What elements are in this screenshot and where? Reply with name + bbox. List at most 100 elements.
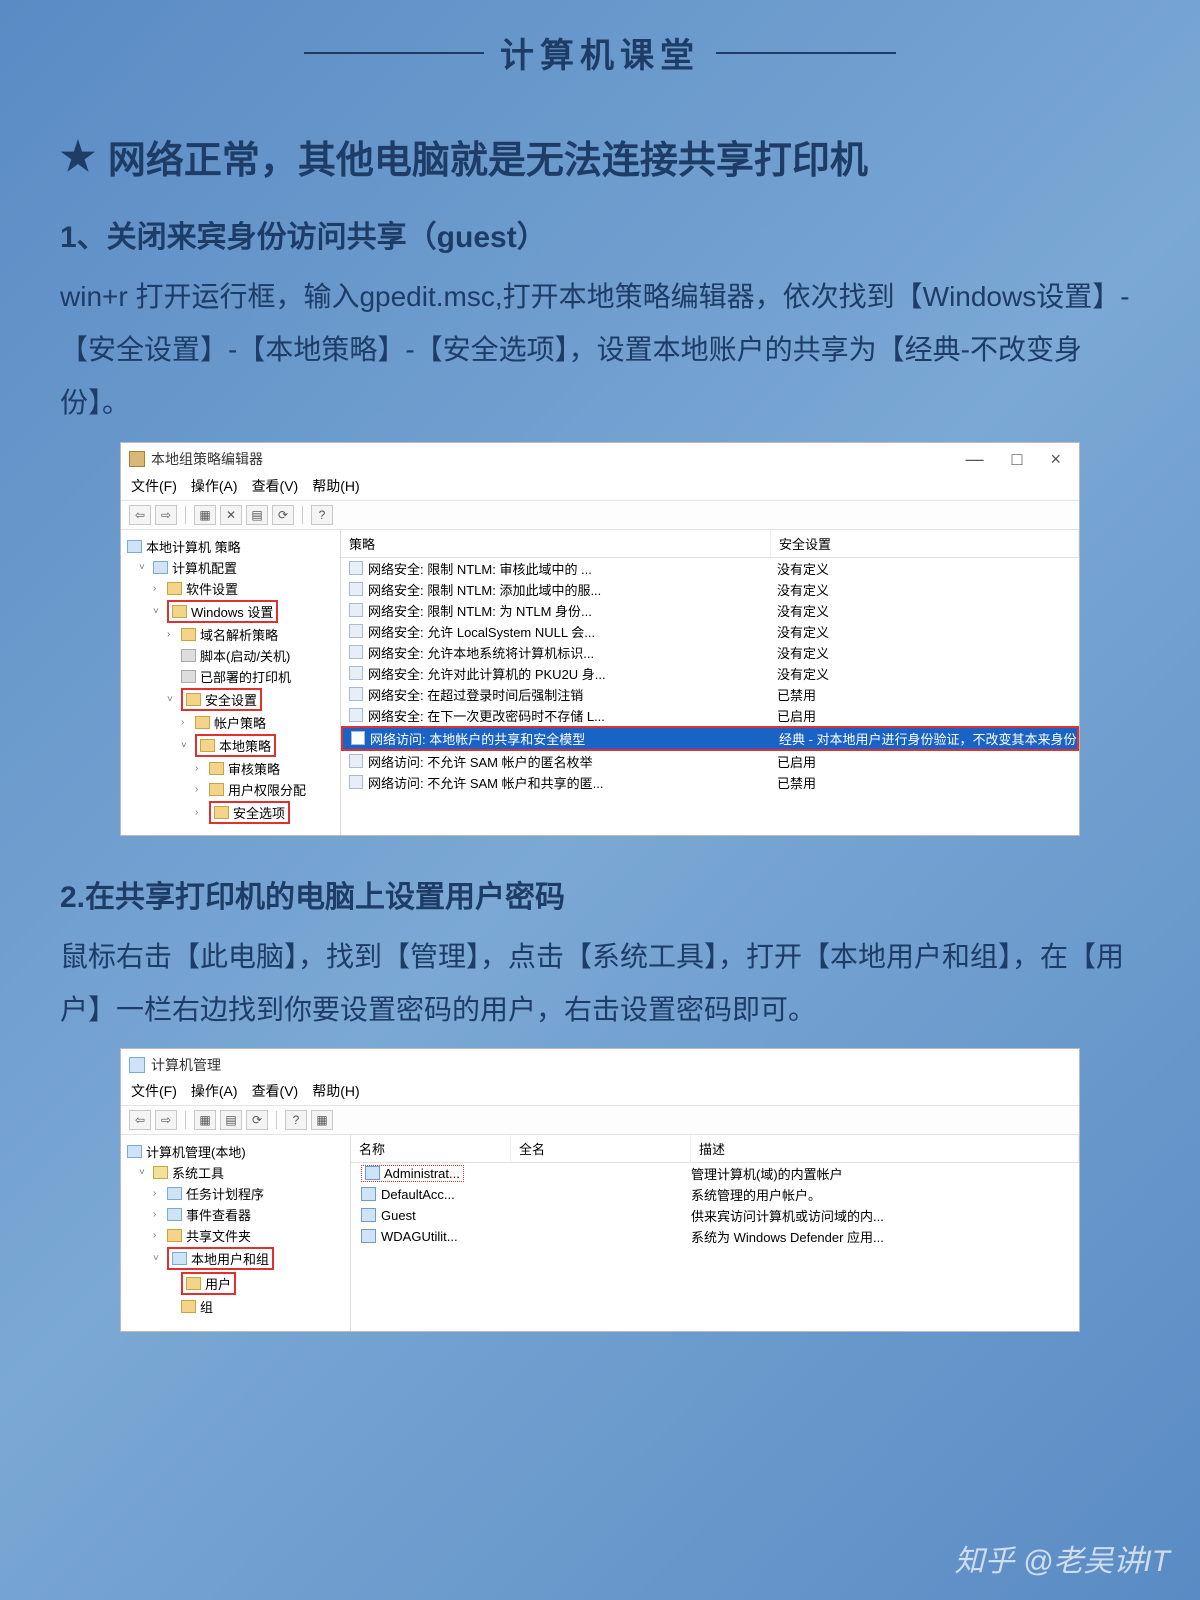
policy-row[interactable]: 网络安全: 限制 NTLM: 添加此域中的服...没有定义 — [341, 579, 1079, 600]
tree-item[interactable]: 域名解析策略 — [200, 625, 278, 644]
toolbar-button[interactable]: ▤ — [220, 1110, 242, 1130]
star-icon: ★ — [60, 134, 96, 180]
user-row[interactable]: DefaultAcc...系统管理的用户帐户。 — [351, 1184, 1079, 1205]
tree-pane[interactable]: 本地计算机 策略 ˅计算机配置 ›软件设置 ˅Windows 设置 ›域名解析策… — [121, 530, 341, 835]
shield-icon — [186, 693, 201, 706]
step1-title: 1、关闭来宾身份访问共享（guest） — [60, 212, 1140, 256]
minimize-button[interactable]: — — [966, 449, 984, 470]
tree-item[interactable]: 脚本(启动/关机) — [200, 646, 290, 665]
policy-row[interactable]: 网络安全: 在下一次更改密码时不存储 L...已启用 — [341, 705, 1079, 726]
folder-icon — [172, 605, 187, 618]
col-policy[interactable]: 策略 — [341, 530, 771, 557]
policy-name: 网络安全: 限制 NTLM: 添加此域中的服... — [368, 580, 601, 599]
tree-item[interactable]: 计算机管理(本地) — [146, 1142, 246, 1161]
forward-button[interactable]: ⇨ — [155, 1110, 177, 1130]
policy-row[interactable]: 网络安全: 在超过登录时间后强制注销已禁用 — [341, 684, 1079, 705]
col-desc[interactable]: 描述 — [691, 1135, 1079, 1162]
tree-item[interactable]: 本地用户和组 — [191, 1249, 269, 1268]
delete-button[interactable]: ✕ — [220, 505, 242, 525]
help-button[interactable]: ? — [311, 505, 333, 525]
policy-row[interactable]: 网络安全: 允许本地系统将计算机标识...没有定义 — [341, 642, 1079, 663]
col-setting[interactable]: 安全设置 — [771, 530, 1079, 557]
computer-icon — [127, 540, 142, 553]
menu-action[interactable]: 操作(A) — [191, 1081, 238, 1101]
forward-button[interactable]: ⇨ — [155, 505, 177, 525]
menu-file[interactable]: 文件(F) — [131, 476, 177, 496]
tree-item[interactable]: 事件查看器 — [186, 1205, 251, 1224]
user-row[interactable]: Administrat...管理计算机(域)的内置帐户 — [351, 1163, 1079, 1184]
user-name: DefaultAcc... — [381, 1187, 455, 1202]
separator — [276, 1111, 277, 1129]
watermark: 知乎 @老吴讲IT — [955, 1536, 1170, 1580]
policy-row[interactable]: 网络访问: 不允许 SAM 帐户的匿名枚举已启用 — [341, 751, 1079, 772]
menubar: 文件(F) 操作(A) 查看(V) 帮助(H) — [121, 470, 1079, 500]
tree-item[interactable]: 本地策略 — [219, 736, 271, 755]
col-name[interactable]: 名称 — [351, 1135, 511, 1162]
menu-help[interactable]: 帮助(H) — [312, 1081, 359, 1101]
refresh-button[interactable]: ⟳ — [246, 1110, 268, 1130]
toolbar: ⇦ ⇨ ▦ ✕ ▤ ⟳ ? — [121, 500, 1079, 530]
users-icon — [172, 1252, 187, 1265]
tree-item[interactable]: 本地计算机 策略 — [146, 537, 241, 556]
user-full — [511, 1206, 691, 1225]
menu-help[interactable]: 帮助(H) — [312, 476, 359, 496]
menu-view[interactable]: 查看(V) — [252, 476, 299, 496]
folder-icon — [200, 739, 215, 752]
policy-icon — [351, 731, 365, 745]
back-button[interactable]: ⇦ — [129, 505, 151, 525]
tree-item[interactable]: 组 — [200, 1297, 213, 1316]
menubar: 文件(F) 操作(A) 查看(V) 帮助(H) — [121, 1075, 1079, 1105]
policy-row[interactable]: 网络安全: 允许 LocalSystem NULL 会...没有定义 — [341, 621, 1079, 642]
policy-row[interactable]: 网络安全: 限制 NTLM: 审核此域中的 ...没有定义 — [341, 558, 1079, 579]
policy-row[interactable]: 网络访问: 本地帐户的共享和安全模型经典 - 对本地用户进行身份验证，不改变其本… — [341, 726, 1079, 751]
titlebar: 本地组策略编辑器 — □ × — [121, 443, 1079, 470]
user-desc: 供来宾访问计算机或访问域的内... — [691, 1206, 1079, 1225]
titlebar: 计算机管理 — [121, 1049, 1079, 1075]
tree-item[interactable]: 已部署的打印机 — [200, 667, 291, 686]
maximize-button[interactable]: □ — [1012, 449, 1023, 470]
tree-pane[interactable]: 计算机管理(本地) ˅系统工具 ›任务计划程序 ›事件查看器 ›共享文件夹 ˅本… — [121, 1135, 351, 1331]
policy-row[interactable]: 网络访问: 不允许 SAM 帐户和共享的匿...已禁用 — [341, 772, 1079, 793]
user-list[interactable]: 名称 全名 描述 Administrat...管理计算机(域)的内置帐户Defa… — [351, 1135, 1079, 1331]
toolbar-button[interactable]: ▤ — [246, 505, 268, 525]
policy-list[interactable]: 策略 安全设置 网络安全: 限制 NTLM: 审核此域中的 ...没有定义网络安… — [341, 530, 1079, 835]
user-row[interactable]: Guest供来宾访问计算机或访问域的内... — [351, 1205, 1079, 1226]
tree-item[interactable]: 安全选项 — [233, 803, 285, 822]
tree-item[interactable]: 安全设置 — [205, 690, 257, 709]
toolbar-button[interactable]: ▦ — [194, 505, 216, 525]
menu-view[interactable]: 查看(V) — [252, 1081, 299, 1101]
toolbar-button[interactable]: ▦ — [194, 1110, 216, 1130]
tree-item[interactable]: 软件设置 — [186, 579, 238, 598]
tree-item[interactable]: 计算机配置 — [172, 558, 237, 577]
app-icon — [129, 451, 145, 467]
back-button[interactable]: ⇦ — [129, 1110, 151, 1130]
policy-value: 经典 - 对本地用户进行身份验证，不改变其本来身份 — [773, 729, 1077, 748]
highlight-box: Windows 设置 — [167, 600, 278, 623]
tree-item[interactable]: 用户权限分配 — [228, 780, 306, 799]
printer-icon — [181, 670, 196, 683]
toolbar-button[interactable]: ▦ — [311, 1110, 333, 1130]
tree-item[interactable]: 任务计划程序 — [186, 1184, 264, 1203]
menu-file[interactable]: 文件(F) — [131, 1081, 177, 1101]
policy-row[interactable]: 网络安全: 允许对此计算机的 PKU2U 身...没有定义 — [341, 663, 1079, 684]
tree-item[interactable]: 帐户策略 — [214, 713, 266, 732]
policy-name: 网络安全: 限制 NTLM: 审核此域中的 ... — [368, 559, 592, 578]
menu-action[interactable]: 操作(A) — [191, 476, 238, 496]
main-title-text: 网络正常，其他电脑就是无法连接共享打印机 — [108, 129, 868, 184]
tree-item[interactable]: 系统工具 — [172, 1163, 224, 1182]
policy-icon — [349, 666, 363, 680]
tree-item[interactable]: 用户 — [205, 1274, 231, 1293]
tree-item[interactable]: 共享文件夹 — [186, 1226, 251, 1245]
help-button[interactable]: ? — [285, 1110, 307, 1130]
close-button[interactable]: × — [1050, 449, 1061, 470]
folder-icon — [181, 628, 196, 641]
policy-row[interactable]: 网络安全: 限制 NTLM: 为 NTLM 身份...没有定义 — [341, 600, 1079, 621]
highlight-box: 本地策略 — [195, 734, 276, 757]
tree-item[interactable]: 审核策略 — [228, 759, 280, 778]
window-title: 本地组策略编辑器 — [151, 449, 263, 469]
user-row[interactable]: WDAGUtilit...系统为 Windows Defender 应用... — [351, 1226, 1079, 1247]
highlight-box: 本地用户和组 — [167, 1247, 274, 1270]
tree-item[interactable]: Windows 设置 — [191, 602, 273, 621]
refresh-button[interactable]: ⟳ — [272, 505, 294, 525]
col-full[interactable]: 全名 — [511, 1135, 691, 1162]
